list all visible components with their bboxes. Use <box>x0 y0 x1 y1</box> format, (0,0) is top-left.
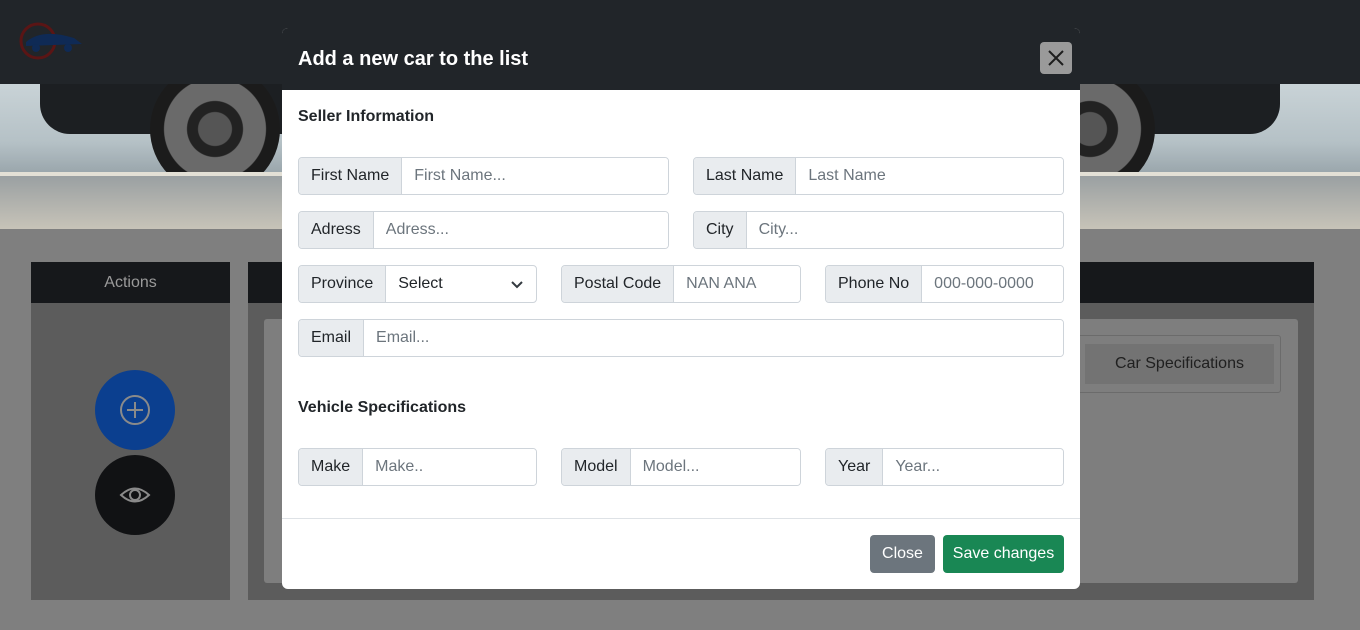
phone-label: Phone No <box>826 266 923 302</box>
phone-input[interactable] <box>922 266 1063 302</box>
first-name-label: First Name <box>299 158 403 194</box>
plus-circle-icon <box>120 395 150 425</box>
model-label: Model <box>562 449 631 485</box>
phone-group: Phone No <box>825 265 1064 303</box>
save-changes-button[interactable]: Save changes <box>943 535 1064 573</box>
postal-code-label: Postal Code <box>562 266 675 302</box>
first-name-input[interactable] <box>402 158 668 194</box>
make-input[interactable] <box>363 449 536 485</box>
email-input[interactable] <box>364 320 1063 356</box>
postal-code-group: Postal Code <box>561 265 801 303</box>
postal-code-input[interactable] <box>674 266 800 302</box>
modal-footer: Close Save changes <box>282 518 1080 589</box>
province-select[interactable]: Select <box>386 266 536 302</box>
close-icon <box>1048 50 1064 66</box>
eye-icon <box>119 487 151 503</box>
first-name-group: First Name <box>298 157 669 195</box>
address-group: Adress <box>298 211 669 249</box>
actions-title: Actions <box>31 262 230 303</box>
make-group: Make <box>298 448 537 486</box>
last-name-group: Last Name <box>693 157 1064 195</box>
city-label: City <box>694 212 747 248</box>
address-label: Adress <box>299 212 374 248</box>
last-name-label: Last Name <box>694 158 797 194</box>
city-input[interactable] <box>746 212 1063 248</box>
province-select-value: Select <box>398 275 443 292</box>
model-input[interactable] <box>630 449 800 485</box>
tab-group: Car Specifications <box>1076 335 1281 393</box>
modal-title: Add a new car to the list <box>298 47 529 70</box>
email-label: Email <box>299 320 365 356</box>
add-car-button[interactable] <box>95 370 175 450</box>
seller-section-title: Seller Information <box>298 108 435 125</box>
actions-panel: Actions <box>31 262 230 600</box>
year-group: Year <box>825 448 1064 486</box>
modal-header: Add a new car to the list <box>282 28 1080 90</box>
view-cars-button[interactable] <box>95 455 175 535</box>
model-group: Model <box>561 448 801 486</box>
last-name-input[interactable] <box>796 158 1063 194</box>
year-input[interactable] <box>883 449 1063 485</box>
province-label: Province <box>299 266 387 302</box>
year-label: Year <box>826 449 884 485</box>
tab-car-specifications[interactable]: Car Specifications <box>1085 344 1274 384</box>
modal-close-button[interactable] <box>1040 42 1072 74</box>
vehicle-section-title: Vehicle Specifications <box>298 399 467 416</box>
province-group: Province Select <box>298 265 537 303</box>
make-label: Make <box>299 449 364 485</box>
close-button[interactable]: Close <box>870 535 935 573</box>
email-group: Email <box>298 319 1064 357</box>
chevron-down-icon <box>511 281 523 289</box>
logo[interactable] <box>12 18 90 64</box>
address-input[interactable] <box>373 212 668 248</box>
add-car-modal: Add a new car to the list Seller Informa… <box>282 28 1080 589</box>
city-group: City <box>693 211 1064 249</box>
